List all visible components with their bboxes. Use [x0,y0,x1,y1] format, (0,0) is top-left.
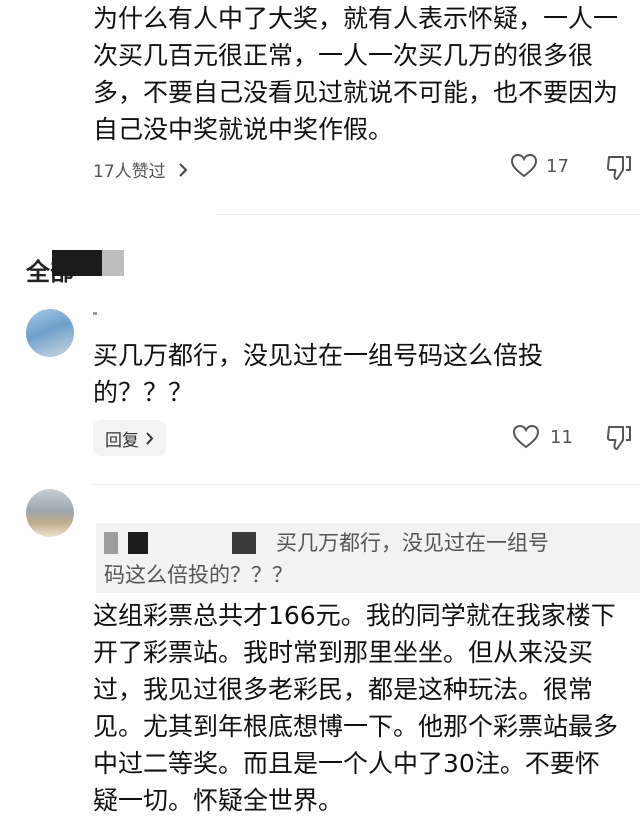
comment-text-line: 过，我见过很多老彩民，都是这种玩法。很常 [93,675,594,704]
heart-outline-icon [512,424,540,450]
redaction-block [232,532,256,554]
comment-text-line: 这组彩票总共才166元。我的同学就在我家楼下 [93,601,616,630]
reply-button[interactable]: 回复 [93,420,166,456]
like-count: 11 [550,426,573,448]
comment-text-line: 次买几百元很正常，一人一次买几万的很多很 [93,41,594,70]
avatar[interactable] [26,309,74,357]
comment-text-line: 的？？？ [93,378,194,407]
comment-divider [216,214,640,215]
heart-outline-icon [510,153,538,179]
thumbs-down-icon[interactable] [606,424,632,452]
like-button[interactable]: 17 [510,153,569,179]
comment-two-text: 这组彩票总共才166元。我的同学就在我家楼下 开了彩票站。我时常到那里坐坐。但从… [93,597,638,819]
quote-text-line: 买几万都行，没见过在一组号 [276,531,549,555]
comment-text-line: 见。尤其到年根底想博一下。他那个彩票站最多 [93,712,619,741]
quote-text-line: 码这么倍投的？？？ [104,563,293,587]
avatar[interactable] [26,489,74,537]
comment-text-line: 为什么有人中了大奖，就有人表示怀疑，一人一 [93,4,619,33]
comment-divider [93,484,640,485]
likers-link[interactable]: 17人赞过 [93,157,188,182]
redaction-block [104,532,118,554]
comment-text-line: 买几万都行，没见过在一组号码这么倍投 [93,341,544,370]
redaction-block [102,250,124,276]
redaction-block [128,532,148,554]
quoted-reply: 买几万都行，没见过在一组号 码这么倍投的？？？ [96,523,640,593]
comment-top-text: 为什么有人中了大奖，就有人表示怀疑，一人一 次买几百元很正常，一人一次买几万的很… [93,0,638,148]
username-redacted[interactable] [93,312,97,315]
reply-label: 回复 [105,430,139,451]
redaction-block [52,250,102,276]
comment-one-text: 买几万都行，没见过在一组号码这么倍投 的？？？ [93,337,638,411]
like-count: 17 [546,155,569,177]
like-button[interactable]: 11 [512,424,573,450]
thumbs-down-icon[interactable] [606,154,632,182]
comment-text-line: 疑一切。怀疑全世界。 [93,786,344,815]
comment-text-line: 自己没中奖就说中奖作假。 [93,115,394,144]
comment-text-line: 中过二等奖。而且是一个人中了30注。不要怀 [93,749,600,778]
chevron-right-icon [145,431,154,445]
comment-text-line: 开了彩票站。我时常到那里坐坐。但从来没买 [93,638,594,667]
comment-text-line: 多，不要自己没看见过就说不可能，也不要因为 [93,78,619,107]
chevron-right-icon [178,162,188,177]
likers-text: 17人赞过 [93,162,166,182]
